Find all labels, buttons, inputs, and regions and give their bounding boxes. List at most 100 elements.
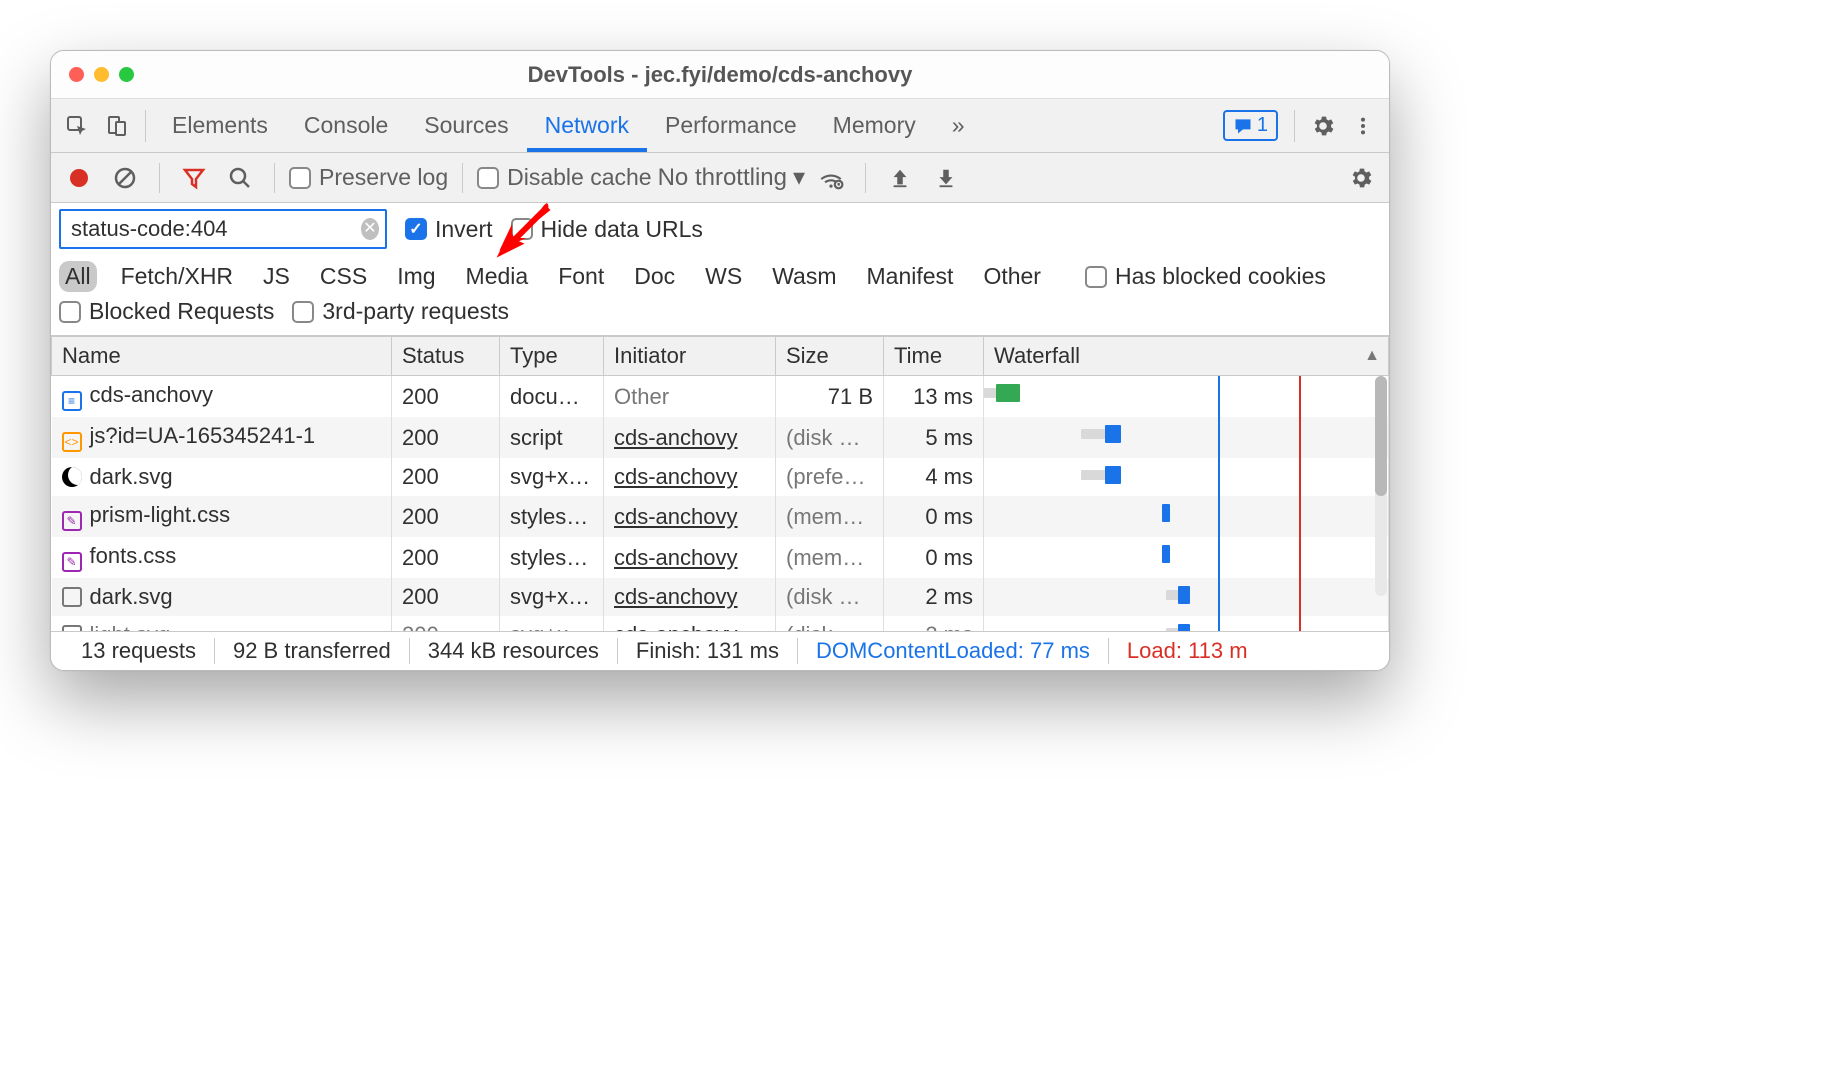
- filter-input[interactable]: [69, 215, 361, 243]
- cell-initiator: cds-anchovy: [604, 496, 776, 537]
- initiator-link[interactable]: cds-anchovy: [614, 425, 738, 450]
- throttling-select[interactable]: No throttling ▾: [658, 163, 805, 192]
- issues-badge[interactable]: 1: [1223, 110, 1278, 141]
- tab-performance[interactable]: Performance: [647, 99, 815, 152]
- type-filter-wasm[interactable]: Wasm: [766, 261, 842, 292]
- col-header-name[interactable]: Name: [52, 337, 392, 376]
- tab-network[interactable]: Network: [527, 99, 647, 152]
- type-filter-ws[interactable]: WS: [699, 261, 748, 292]
- has-blocked-cookies-checkbox[interactable]: Has blocked cookies: [1085, 263, 1326, 290]
- status-requests: 13 requests: [63, 638, 214, 664]
- separator: [1294, 110, 1295, 142]
- type-filter-manifest[interactable]: Manifest: [861, 261, 960, 292]
- zoom-window-button[interactable]: [119, 67, 134, 82]
- has-blocked-cookies-label: Has blocked cookies: [1115, 263, 1326, 290]
- dark-mode-icon: [62, 467, 82, 487]
- hide-data-urls-checkbox[interactable]: Hide data URLs: [511, 216, 703, 243]
- table-row[interactable]: light.svg 200 svg+x… cds-anchovy (disk ……: [52, 616, 1389, 632]
- initiator-link[interactable]: cds-anchovy: [614, 584, 738, 609]
- table-row[interactable]: ≡cds-anchovy 200 docu… Other 71 B 13 ms: [52, 376, 1389, 418]
- col-header-time[interactable]: Time: [884, 337, 984, 376]
- type-filter-doc[interactable]: Doc: [628, 261, 681, 292]
- cell-time: 13 ms: [884, 376, 984, 418]
- cell-status: 200: [392, 616, 500, 632]
- initiator-link[interactable]: cds-anchovy: [614, 464, 738, 489]
- table-row[interactable]: dark.svg 200 svg+x… cds-anchovy (disk … …: [52, 578, 1389, 616]
- cell-time: 0 ms: [884, 496, 984, 537]
- search-icon[interactable]: [220, 158, 260, 198]
- table-header-row: Name Status Type Initiator Size Time Wat…: [52, 337, 1389, 376]
- cell-time: 2 ms: [884, 578, 984, 616]
- checkbox-icon: [511, 218, 533, 240]
- type-filter-js[interactable]: JS: [257, 261, 296, 292]
- type-filter-row-2: Blocked Requests 3rd-party requests: [51, 298, 1389, 336]
- type-filter-media[interactable]: Media: [460, 261, 535, 292]
- download-har-icon[interactable]: [926, 158, 966, 198]
- cell-waterfall: [984, 578, 1389, 616]
- col-header-initiator[interactable]: Initiator: [604, 337, 776, 376]
- upload-har-icon[interactable]: [880, 158, 920, 198]
- script-icon: <>: [62, 432, 82, 452]
- tab-sources[interactable]: Sources: [406, 99, 526, 152]
- table-row[interactable]: ✎fonts.css 200 styles… cds-anchovy (mem……: [52, 537, 1389, 578]
- clear-filter-icon[interactable]: ✕: [361, 218, 379, 240]
- initiator-link[interactable]: cds-anchovy: [614, 545, 738, 570]
- network-conditions-icon[interactable]: [811, 158, 851, 198]
- type-filter-other[interactable]: Other: [977, 261, 1047, 292]
- tabs-overflow[interactable]: »: [934, 99, 983, 152]
- cell-type: docu…: [500, 376, 604, 418]
- initiator-link[interactable]: cds-anchovy: [614, 622, 738, 632]
- cell-waterfall: [984, 537, 1389, 578]
- type-filter-css[interactable]: CSS: [314, 261, 373, 292]
- checkbox-icon: [1085, 266, 1107, 288]
- blocked-requests-label: Blocked Requests: [89, 298, 274, 325]
- chevron-down-icon: ▾: [793, 163, 805, 192]
- waterfall-bar: [984, 537, 1388, 578]
- record-button[interactable]: [59, 158, 99, 198]
- tab-memory[interactable]: Memory: [815, 99, 934, 152]
- cell-size: (mem…: [776, 537, 884, 578]
- network-toolbar: Preserve log Disable cache No throttling…: [51, 153, 1389, 203]
- invert-checkbox[interactable]: Invert: [405, 216, 493, 243]
- inspect-element-icon[interactable]: [57, 106, 97, 146]
- third-party-checkbox[interactable]: 3rd-party requests: [292, 298, 509, 325]
- issues-count: 1: [1257, 114, 1268, 137]
- cell-name: dark.svg: [52, 578, 392, 616]
- cell-initiator: cds-anchovy: [604, 417, 776, 458]
- filter-toggle-icon[interactable]: [174, 158, 214, 198]
- waterfall-bar: [984, 496, 1388, 537]
- scrollbar-thumb[interactable]: [1375, 376, 1387, 496]
- initiator-link[interactable]: cds-anchovy: [614, 504, 738, 529]
- image-icon: [62, 587, 82, 607]
- type-filter-fetchxhr[interactable]: Fetch/XHR: [115, 261, 239, 292]
- kebab-menu-icon[interactable]: [1343, 106, 1383, 146]
- col-header-waterfall[interactable]: Waterfall▲: [984, 337, 1389, 376]
- table-row[interactable]: dark.svg 200 svg+x… cds-anchovy (prefe… …: [52, 458, 1389, 496]
- vertical-scrollbar[interactable]: [1375, 376, 1387, 596]
- cell-name: ≡cds-anchovy: [52, 376, 392, 418]
- panel-settings-icon[interactable]: [1341, 158, 1381, 198]
- close-window-button[interactable]: [69, 67, 84, 82]
- preserve-log-checkbox[interactable]: Preserve log: [289, 164, 448, 191]
- tab-elements[interactable]: Elements: [154, 99, 286, 152]
- cell-type: styles…: [500, 496, 604, 537]
- device-toolbar-icon[interactable]: [97, 106, 137, 146]
- table-row[interactable]: ✎prism-light.css 200 styles… cds-anchovy…: [52, 496, 1389, 537]
- tab-console[interactable]: Console: [286, 99, 406, 152]
- third-party-label: 3rd-party requests: [322, 298, 509, 325]
- disable-cache-checkbox[interactable]: Disable cache: [477, 164, 651, 191]
- cell-size: (mem…: [776, 496, 884, 537]
- settings-icon[interactable]: [1303, 106, 1343, 146]
- col-header-status[interactable]: Status: [392, 337, 500, 376]
- col-header-size[interactable]: Size: [776, 337, 884, 376]
- blocked-requests-checkbox[interactable]: Blocked Requests: [59, 298, 274, 325]
- type-filter-img[interactable]: Img: [391, 261, 441, 292]
- type-filter-all[interactable]: All: [59, 261, 97, 292]
- type-filter-font[interactable]: Font: [552, 261, 610, 292]
- minimize-window-button[interactable]: [94, 67, 109, 82]
- table-row[interactable]: <>js?id=UA-165345241-1 200 script cds-an…: [52, 417, 1389, 458]
- cell-status: 200: [392, 537, 500, 578]
- cell-initiator: cds-anchovy: [604, 458, 776, 496]
- col-header-type[interactable]: Type: [500, 337, 604, 376]
- clear-button[interactable]: [105, 158, 145, 198]
